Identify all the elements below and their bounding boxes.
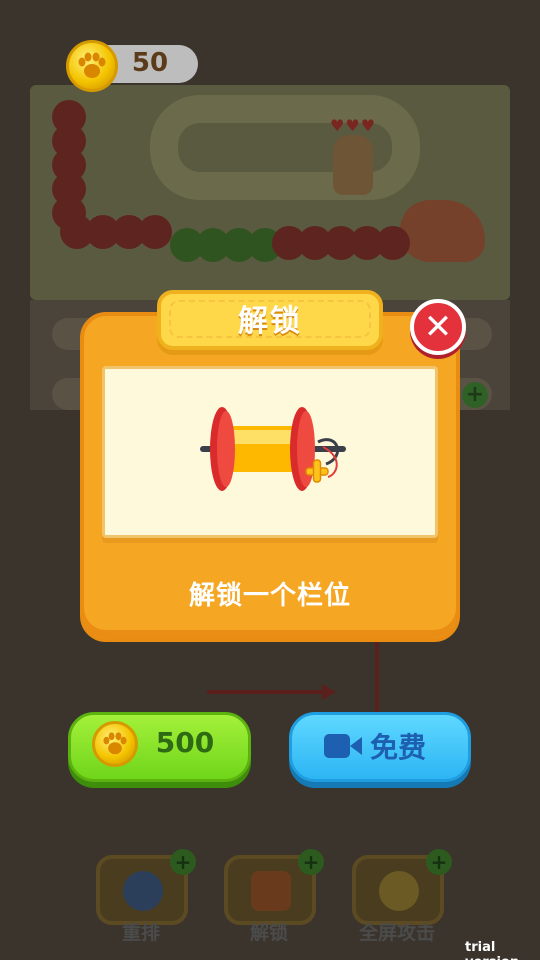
- plus-icon: +: [426, 849, 452, 875]
- paw-icon: [103, 732, 127, 755]
- paw-coin-icon: [92, 721, 138, 767]
- dialog-title: 解锁: [238, 304, 302, 339]
- close-button[interactable]: ✕: [410, 299, 466, 355]
- dialog-description: 解锁一个栏位: [188, 581, 351, 611]
- trial-watermark: trial version: [465, 940, 519, 960]
- arrow-icon: [322, 684, 336, 700]
- tool-label-reshuffle: 重排: [121, 922, 160, 944]
- paw-icon: [78, 52, 106, 78]
- coin-count: 50: [131, 48, 169, 78]
- tool-reshuffle[interactable]: +: [96, 849, 196, 925]
- add-slot-icon: +: [462, 382, 488, 408]
- globe-icon: [123, 871, 163, 911]
- tool-unlock[interactable]: +: [224, 849, 324, 925]
- close-icon: ✕: [423, 307, 453, 347]
- cat-character: [333, 135, 373, 195]
- plus-icon: +: [298, 849, 324, 875]
- free-label: 免费: [370, 731, 427, 764]
- snake-segment: [376, 226, 410, 260]
- tool-label-fullscreen-attack: 全屏攻击: [358, 922, 435, 944]
- plus-icon: +: [170, 849, 196, 875]
- thread-spool-icon: [251, 871, 291, 911]
- tool-fullscreen-attack[interactable]: +: [352, 849, 452, 925]
- coin-price: 500: [155, 726, 215, 759]
- path-line: [207, 690, 327, 694]
- snake-track: [150, 95, 420, 200]
- cat-hearts: ♥♥♥: [330, 116, 377, 135]
- star-burst-icon: [379, 871, 419, 911]
- path-line: [375, 640, 379, 715]
- tool-label-unlock: 解锁: [249, 922, 288, 944]
- snake-segment: [138, 215, 172, 249]
- video-camera-icon: [324, 734, 362, 758]
- thread-spool-icon: [200, 407, 346, 491]
